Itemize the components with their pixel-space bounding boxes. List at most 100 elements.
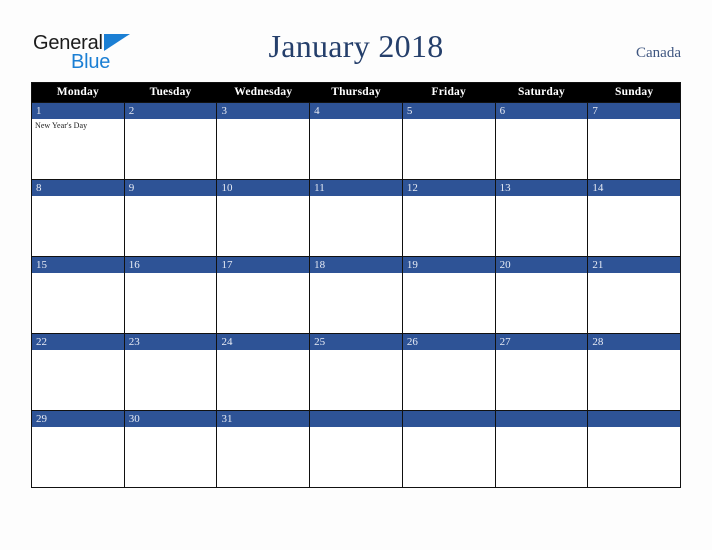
day-number: 26 (402, 334, 495, 350)
day-cell[interactable]: 1 New Year's Day (32, 103, 125, 179)
day-cell[interactable]: 7 (588, 103, 681, 179)
day-events (125, 119, 217, 179)
day-events (588, 119, 680, 179)
day-cell[interactable]: 18 (310, 257, 403, 333)
week-row: 22 23 24 25 26 27 28 (32, 333, 681, 410)
day-cell[interactable]: 27 (495, 334, 589, 410)
day-number (310, 411, 402, 427)
day-number: 12 (402, 180, 495, 196)
weekday-header-row: Monday Tuesday Wednesday Thursday Friday… (32, 83, 680, 102)
country-label: Canada (636, 45, 681, 61)
day-cell[interactable]: 29 (32, 411, 125, 487)
day-number: 18 (310, 257, 402, 273)
day-events (217, 196, 309, 256)
day-events (310, 273, 402, 333)
day-events (310, 196, 402, 256)
day-cell[interactable]: 10 (217, 180, 311, 256)
day-cell[interactable]: 5 (402, 103, 496, 179)
day-cell[interactable]: 3 (217, 103, 311, 179)
day-events (403, 273, 495, 333)
day-cell[interactable]: 13 (495, 180, 589, 256)
day-events (403, 119, 495, 179)
day-cell[interactable]: 16 (124, 257, 218, 333)
day-cell[interactable]: 12 (402, 180, 496, 256)
day-cell[interactable]: 15 (32, 257, 125, 333)
day-cell[interactable]: 28 (588, 334, 681, 410)
weekday-header-tuesday: Tuesday (125, 83, 218, 102)
day-events (403, 350, 495, 410)
day-number: 19 (402, 257, 495, 273)
day-events (125, 350, 217, 410)
week-row: 1 New Year's Day 2 3 4 5 6 7 (32, 102, 681, 179)
day-events (125, 196, 217, 256)
day-cell[interactable]: 20 (495, 257, 589, 333)
day-events (496, 119, 588, 179)
day-cell[interactable]: 25 (310, 334, 403, 410)
day-cell[interactable]: 19 (402, 257, 496, 333)
day-events: New Year's Day (32, 119, 124, 179)
day-cell[interactable]: 26 (402, 334, 496, 410)
day-events (403, 196, 495, 256)
day-events (217, 350, 309, 410)
day-events (496, 196, 588, 256)
day-cell[interactable]: 4 (310, 103, 403, 179)
day-cell[interactable]: 21 (588, 257, 681, 333)
day-number: 28 (588, 334, 681, 350)
day-events (310, 119, 402, 179)
day-cell[interactable]: 11 (310, 180, 403, 256)
day-number (588, 411, 681, 427)
day-events (217, 273, 309, 333)
day-number: 11 (310, 180, 402, 196)
day-events (32, 196, 124, 256)
day-cell[interactable] (310, 411, 403, 487)
calendar-grid: Monday Tuesday Wednesday Thursday Friday… (31, 82, 681, 488)
day-number (402, 411, 495, 427)
day-number: 3 (217, 103, 310, 119)
weekday-header-friday: Friday (403, 83, 496, 102)
day-cell[interactable]: 24 (217, 334, 311, 410)
day-number: 2 (124, 103, 217, 119)
day-cell[interactable]: 8 (32, 180, 125, 256)
day-events (496, 427, 588, 487)
day-cell[interactable]: 23 (124, 334, 218, 410)
day-cell[interactable]: 31 (217, 411, 311, 487)
weekday-header-sunday: Sunday (615, 86, 654, 98)
day-number: 7 (588, 103, 681, 119)
day-events (217, 427, 309, 487)
weekday-header-thursday: Thursday (310, 83, 403, 102)
event-item: New Year's Day (35, 121, 88, 130)
day-number: 8 (32, 180, 124, 196)
day-events (403, 427, 495, 487)
day-number: 13 (495, 180, 588, 196)
day-number: 22 (32, 334, 124, 350)
day-number: 31 (217, 411, 310, 427)
day-number: 1 (32, 103, 124, 119)
day-events (32, 273, 124, 333)
day-cell[interactable]: 2 (124, 103, 218, 179)
day-cell[interactable]: 30 (124, 411, 218, 487)
day-number: 30 (124, 411, 217, 427)
day-number: 17 (217, 257, 310, 273)
page-header: General Blue January 2018 Canada (0, 0, 712, 82)
day-cell[interactable] (495, 411, 589, 487)
day-number: 29 (32, 411, 124, 427)
day-cell[interactable] (588, 411, 681, 487)
day-cell[interactable]: 6 (495, 103, 589, 179)
weekday-header-wednesday: Wednesday (217, 83, 311, 102)
day-cell[interactable] (402, 411, 496, 487)
week-row: 8 9 10 11 12 13 14 (32, 179, 681, 256)
day-events (588, 350, 680, 410)
day-cell[interactable]: 14 (588, 180, 681, 256)
week-row: 15 16 17 18 19 20 21 (32, 256, 681, 333)
day-events (310, 350, 402, 410)
day-number: 24 (217, 334, 310, 350)
day-cell[interactable]: 17 (217, 257, 311, 333)
day-number: 6 (495, 103, 588, 119)
day-cell[interactable]: 9 (124, 180, 218, 256)
day-number: 9 (124, 180, 217, 196)
week-row: 29 30 31 (32, 410, 681, 487)
day-number: 23 (124, 334, 217, 350)
day-number: 20 (495, 257, 588, 273)
day-events (496, 350, 588, 410)
day-cell[interactable]: 22 (32, 334, 125, 410)
